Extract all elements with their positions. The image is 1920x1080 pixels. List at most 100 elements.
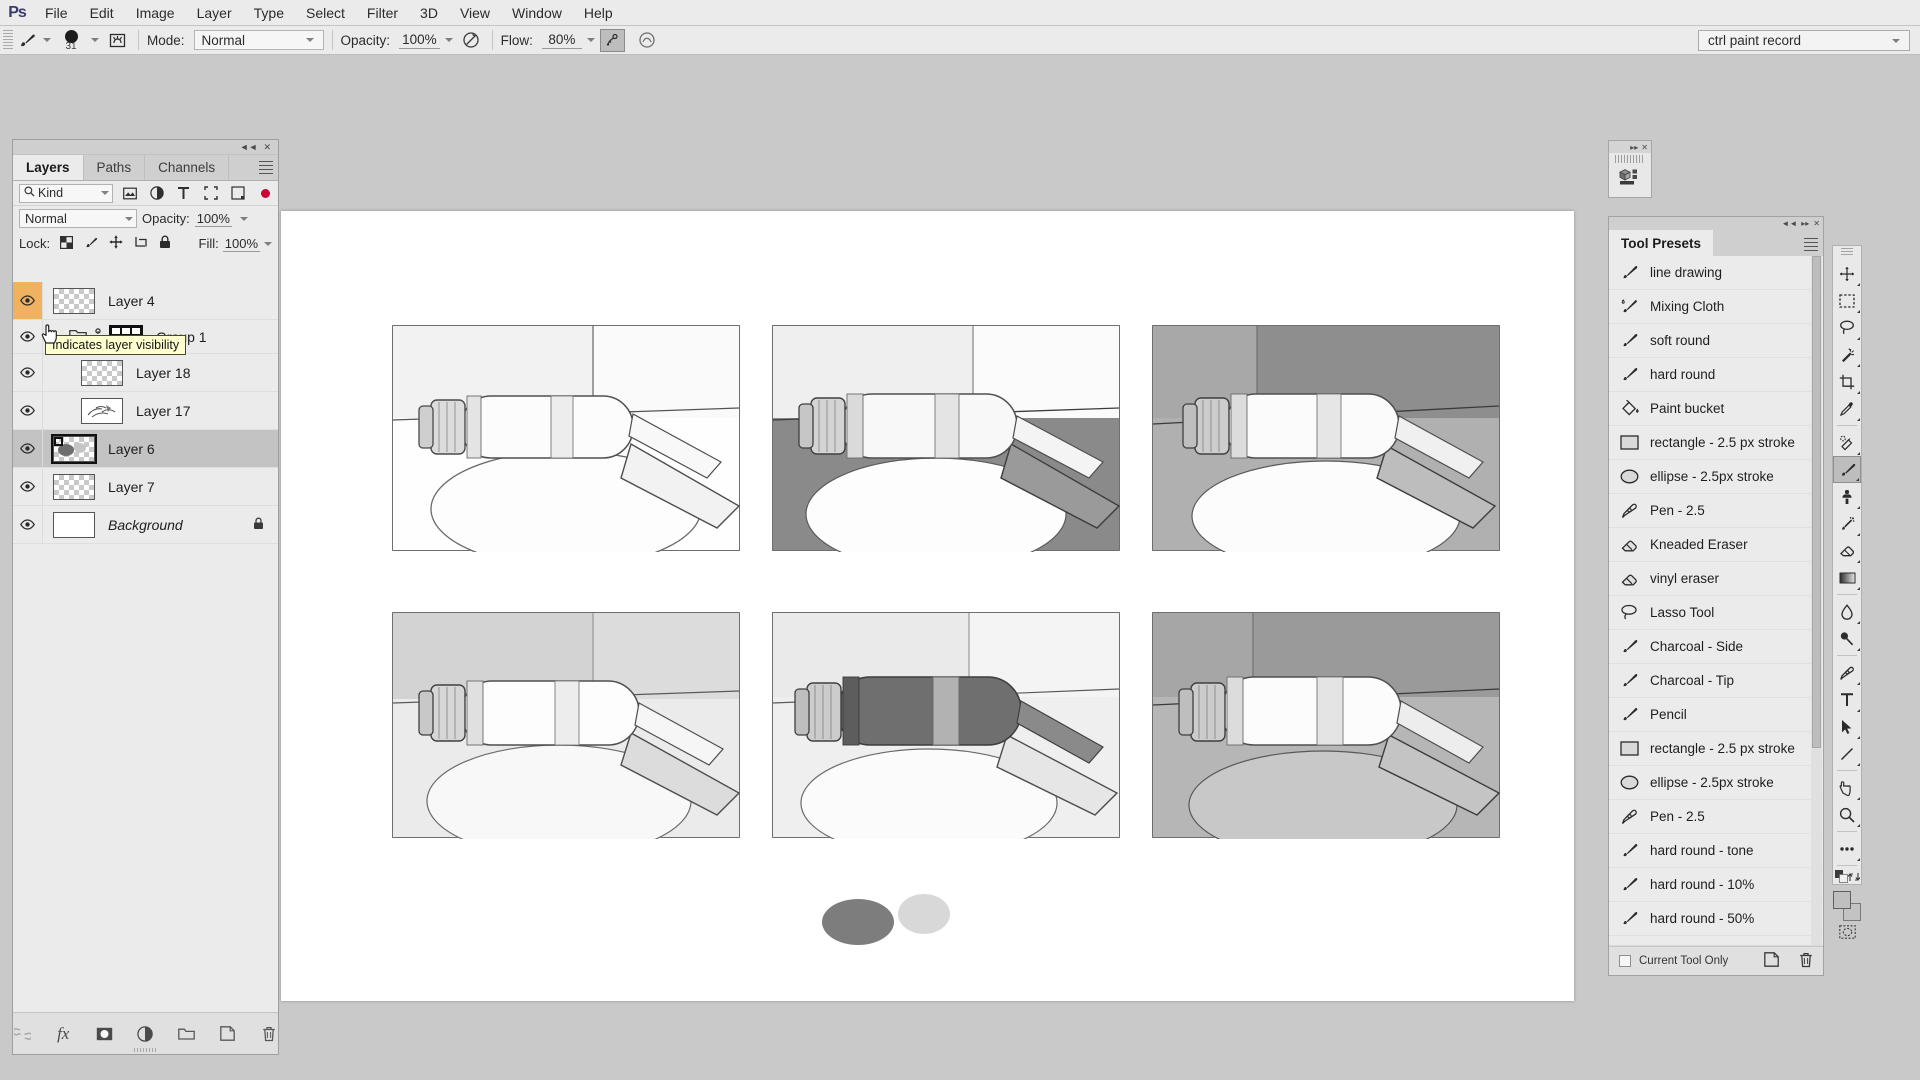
layer-row[interactable]: Background <box>13 506 278 544</box>
layer-visibility-toggle[interactable] <box>13 468 43 505</box>
smart-object-filter-icon[interactable] <box>227 184 248 203</box>
collapsed-3d-panel[interactable]: ▸▸ ✕ <box>1608 140 1652 198</box>
current-tool-only-checkbox[interactable] <box>1619 955 1631 967</box>
lasso-tool[interactable] <box>1833 314 1861 341</box>
rectangular-marquee-tool[interactable] <box>1833 287 1861 314</box>
tool-preset-item[interactable]: Paint bucket <box>1609 392 1823 426</box>
layer-row[interactable]: Layer 7 <box>13 468 278 506</box>
layer-visibility-toggle[interactable] <box>13 320 43 353</box>
opacity-input[interactable]: 100% <box>399 32 440 49</box>
edit-toolbar-tool[interactable] <box>1833 835 1861 862</box>
link-layers-icon[interactable] <box>13 1024 31 1044</box>
tool-preset-item[interactable]: Pen - 2.5 <box>1609 494 1823 528</box>
gradient-tool[interactable] <box>1833 564 1861 591</box>
tab-tool-presets[interactable]: Tool Presets <box>1609 230 1714 256</box>
tool-preset-item[interactable]: soft round <box>1609 324 1823 358</box>
panel-resize-grip[interactable] <box>133 1048 158 1052</box>
expand-icon[interactable]: ▸▸ <box>1630 143 1638 152</box>
new-group-icon[interactable] <box>178 1024 196 1044</box>
layer-visibility-toggle[interactable] <box>13 430 43 467</box>
tool-preset-item[interactable]: Kneaded Eraser <box>1609 528 1823 562</box>
tool-preset-item[interactable]: Charcoal - Side <box>1609 630 1823 664</box>
menu-select[interactable]: Select <box>295 0 356 26</box>
close-icon[interactable]: ✕ <box>260 141 274 153</box>
brush-size-preview[interactable]: 31 <box>56 27 86 53</box>
fill-input[interactable]: 100% <box>222 236 260 252</box>
hand-tool[interactable] <box>1833 774 1861 801</box>
swap-colors-icon[interactable] <box>1847 870 1861 886</box>
tab-layers[interactable]: Layers <box>13 155 84 180</box>
tool-preset-item[interactable]: hard round - tone <box>1609 834 1823 868</box>
layer-mask-icon[interactable] <box>95 1024 113 1044</box>
history-brush-tool[interactable] <box>1833 510 1861 537</box>
lock-position-icon[interactable] <box>109 235 123 252</box>
tool-preset-item[interactable]: rectangle - 2.5 px stroke <box>1609 426 1823 460</box>
tool-preset-item[interactable]: line drawing <box>1609 256 1823 290</box>
tool-preset-item[interactable]: Pen - 2.5 <box>1609 800 1823 834</box>
pen-tool[interactable] <box>1833 659 1861 686</box>
layer-blend-mode-select[interactable]: Normal <box>19 209 137 228</box>
smoothing-icon[interactable] <box>634 28 660 52</box>
new-layer-icon[interactable] <box>219 1024 237 1044</box>
close-icon[interactable]: ✕ <box>1641 143 1648 152</box>
layer-row[interactable]: Layer 6 <box>13 430 278 468</box>
layer-thumbnail[interactable] <box>81 359 123 386</box>
new-preset-icon[interactable] <box>1764 951 1779 971</box>
brush-icon[interactable] <box>16 29 38 51</box>
move-tool[interactable] <box>1833 260 1861 287</box>
menu-image[interactable]: Image <box>125 0 186 26</box>
lock-image-pixels-icon[interactable] <box>84 235 98 252</box>
close-icon[interactable]: ✕ <box>1813 219 1820 228</box>
layer-thumbnail[interactable] <box>53 511 95 538</box>
layer-thumbnail[interactable] <box>53 473 95 500</box>
expand-icon[interactable]: ▸▸ <box>1801 219 1809 228</box>
menu-3d[interactable]: 3D <box>409 0 449 26</box>
collapse-panel-icon[interactable]: ◄◄ <box>1781 219 1797 228</box>
type-tool[interactable] <box>1833 686 1861 713</box>
panel-menu-icon[interactable] <box>259 161 273 177</box>
zoom-tool[interactable] <box>1833 801 1861 828</box>
brush-tool[interactable] <box>1833 456 1861 483</box>
tool-preset-picker[interactable]: ctrl paint record <box>1698 30 1910 51</box>
tool-preset-item[interactable]: hard round - 10% <box>1609 868 1823 902</box>
layer-list[interactable]: Layer 4Group 1Layer 18Layer 17Layer 6Lay… <box>13 282 278 1012</box>
flow-slider-caret[interactable] <box>586 38 595 42</box>
filter-enable-toggle[interactable] <box>261 188 270 198</box>
menu-type[interactable]: Type <box>243 0 295 26</box>
magic-wand-tool[interactable] <box>1833 341 1861 368</box>
menu-filter[interactable]: Filter <box>356 0 409 26</box>
delete-layer-icon[interactable] <box>260 1024 278 1044</box>
clone-stamp-tool[interactable] <box>1833 483 1861 510</box>
tool-preset-item[interactable]: Mixing Cloth <box>1609 290 1823 324</box>
dodge-tool[interactable] <box>1833 625 1861 652</box>
scrollbar-thumb[interactable] <box>1812 256 1821 748</box>
tool-preset-item[interactable]: ellipse - 2.5px stroke <box>1609 766 1823 800</box>
document-canvas[interactable] <box>281 211 1574 1001</box>
layer-visibility-toggle[interactable] <box>13 392 43 429</box>
flow-input[interactable]: 80% <box>541 32 582 49</box>
blend-mode-select[interactable]: Normal <box>193 30 324 50</box>
opacity-slider-caret[interactable] <box>444 38 453 42</box>
chevron-down-icon[interactable] <box>239 216 248 221</box>
line-shape-tool[interactable] <box>1833 740 1861 767</box>
pixel-filter-icon[interactable] <box>119 184 140 203</box>
color-swatches[interactable] <box>1833 891 1861 921</box>
tool-presets-list[interactable]: line drawing Mixing Cloth soft round hard r… <box>1609 256 1823 945</box>
tool-preset-item[interactable]: hard round - 50% <box>1609 902 1823 936</box>
layer-opacity-input[interactable]: 100% <box>194 211 232 227</box>
layer-row[interactable]: Layer 4 <box>13 282 278 320</box>
tools-panel-grip[interactable] <box>1841 248 1853 257</box>
tool-preset-item[interactable]: ellipse - 2.5px stroke <box>1609 460 1823 494</box>
adjustment-filter-icon[interactable] <box>146 184 167 203</box>
pressure-opacity-icon[interactable] <box>458 28 484 52</box>
tool-preset-item[interactable]: vinyl eraser <box>1609 562 1823 596</box>
tool-preset-item[interactable]: Pencil <box>1609 698 1823 732</box>
tab-paths[interactable]: Paths <box>83 155 146 180</box>
menu-layer[interactable]: Layer <box>186 0 243 26</box>
quick-mask-icon[interactable] <box>1833 921 1861 943</box>
spot-healing-brush-tool[interactable] <box>1833 429 1861 456</box>
tool-presets-scrollbar[interactable] <box>1811 256 1822 945</box>
eraser-tool[interactable] <box>1833 537 1861 564</box>
chevron-down-icon[interactable] <box>264 241 272 246</box>
lock-all-icon[interactable] <box>159 235 171 252</box>
